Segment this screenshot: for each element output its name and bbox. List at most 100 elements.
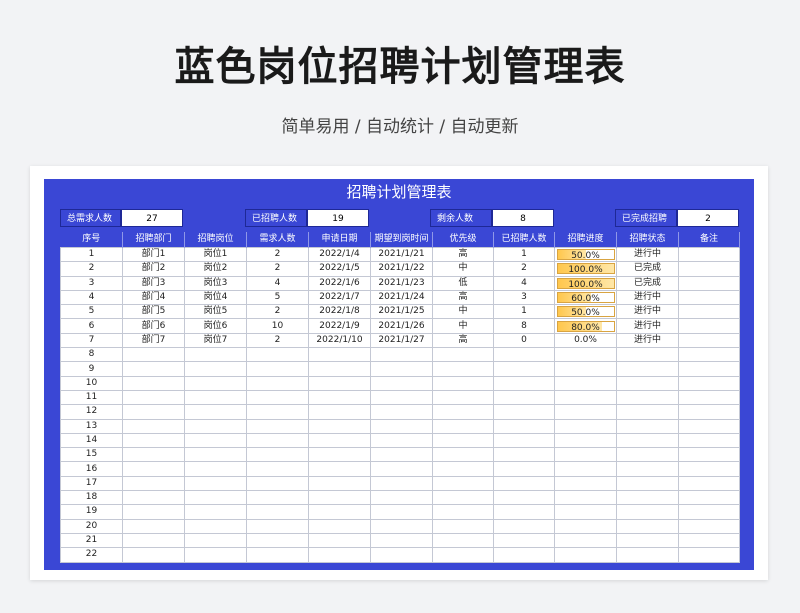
column-header[interactable]: 招聘部门 xyxy=(122,232,185,248)
status-cell[interactable] xyxy=(616,418,679,434)
progress-cell[interactable] xyxy=(554,504,617,520)
status-cell[interactable] xyxy=(616,347,679,363)
progress-cell[interactable] xyxy=(554,361,617,377)
note-cell[interactable] xyxy=(678,404,740,420)
apply-date-cell[interactable] xyxy=(308,475,371,492)
progress-cell[interactable]: 60.0% xyxy=(554,289,617,306)
status-cell[interactable] xyxy=(616,490,679,506)
priority-cell[interactable]: 高 xyxy=(432,246,494,263)
hired-count-cell[interactable] xyxy=(493,532,555,549)
position-cell[interactable]: 岗位5 xyxy=(184,304,247,320)
summary-value[interactable]: 19 xyxy=(307,209,369,227)
status-cell[interactable] xyxy=(616,432,679,449)
column-header[interactable]: 招聘进度 xyxy=(554,232,617,248)
status-cell[interactable] xyxy=(616,547,679,563)
expected-date-cell[interactable] xyxy=(370,461,433,477)
needed-count-cell[interactable]: 2 xyxy=(246,332,309,349)
row-number-cell[interactable]: 2 xyxy=(60,261,123,277)
position-cell[interactable] xyxy=(184,361,247,377)
row-number-cell[interactable]: 19 xyxy=(60,504,123,520)
table-row[interactable]: 12 xyxy=(60,404,740,420)
position-cell[interactable] xyxy=(184,418,247,434)
apply-date-cell[interactable] xyxy=(308,461,371,477)
priority-cell[interactable] xyxy=(432,490,494,506)
department-cell[interactable] xyxy=(122,532,185,549)
note-cell[interactable] xyxy=(678,261,740,277)
position-cell[interactable] xyxy=(184,475,247,492)
progress-cell[interactable]: 80.0% xyxy=(554,318,617,334)
expected-date-cell[interactable] xyxy=(370,432,433,449)
table-row[interactable]: 4 部门4 岗位4 5 2022/1/7 2021/1/24 高 3 60.0% 进行中 xyxy=(60,289,740,306)
progress-cell[interactable] xyxy=(554,389,617,406)
hired-count-cell[interactable]: 1 xyxy=(493,246,555,263)
table-row[interactable]: 7 部门7 岗位7 2 2022/1/10 2021/1/27 高 0 0.0% 进行中 xyxy=(60,332,740,349)
status-cell[interactable] xyxy=(616,361,679,377)
hired-count-cell[interactable] xyxy=(493,432,555,449)
priority-cell[interactable] xyxy=(432,375,494,391)
apply-date-cell[interactable] xyxy=(308,404,371,420)
table-row[interactable]: 22 xyxy=(60,547,740,563)
position-cell[interactable]: 岗位6 xyxy=(184,318,247,334)
expected-date-cell[interactable] xyxy=(370,418,433,434)
hired-count-cell[interactable] xyxy=(493,375,555,391)
apply-date-cell[interactable]: 2022/1/4 xyxy=(308,246,371,263)
apply-date-cell[interactable]: 2022/1/5 xyxy=(308,261,371,277)
expected-date-cell[interactable]: 2021/1/22 xyxy=(370,261,433,277)
row-number-cell[interactable]: 11 xyxy=(60,389,123,406)
row-number-cell[interactable]: 1 xyxy=(60,246,123,263)
row-number-cell[interactable]: 16 xyxy=(60,461,123,477)
table-row[interactable]: 21 xyxy=(60,532,740,549)
hired-count-cell[interactable]: 0 xyxy=(493,332,555,349)
position-cell[interactable] xyxy=(184,404,247,420)
note-cell[interactable] xyxy=(678,332,740,349)
status-cell[interactable] xyxy=(616,461,679,477)
position-cell[interactable] xyxy=(184,504,247,520)
row-number-cell[interactable]: 12 xyxy=(60,404,123,420)
hired-count-cell[interactable] xyxy=(493,347,555,363)
priority-cell[interactable] xyxy=(432,389,494,406)
hired-count-cell[interactable] xyxy=(493,361,555,377)
department-cell[interactable] xyxy=(122,404,185,420)
progress-cell[interactable]: 50.0% xyxy=(554,304,617,320)
priority-cell[interactable] xyxy=(432,404,494,420)
apply-date-cell[interactable] xyxy=(308,389,371,406)
row-number-cell[interactable]: 5 xyxy=(60,304,123,320)
hired-count-cell[interactable] xyxy=(493,447,555,463)
needed-count-cell[interactable]: 2 xyxy=(246,246,309,263)
position-cell[interactable]: 岗位7 xyxy=(184,332,247,349)
expected-date-cell[interactable] xyxy=(370,518,433,534)
apply-date-cell[interactable]: 2022/1/9 xyxy=(308,318,371,334)
table-row[interactable]: 14 xyxy=(60,432,740,449)
department-cell[interactable] xyxy=(122,389,185,406)
row-number-cell[interactable]: 10 xyxy=(60,375,123,391)
row-number-cell[interactable]: 9 xyxy=(60,361,123,377)
row-number-cell[interactable]: 21 xyxy=(60,532,123,549)
progress-cell[interactable] xyxy=(554,418,617,434)
department-cell[interactable]: 部门7 xyxy=(122,332,185,349)
apply-date-cell[interactable]: 2022/1/10 xyxy=(308,332,371,349)
status-cell[interactable]: 进行中 xyxy=(616,304,679,320)
apply-date-cell[interactable] xyxy=(308,532,371,549)
department-cell[interactable]: 部门4 xyxy=(122,289,185,306)
expected-date-cell[interactable] xyxy=(370,475,433,492)
needed-count-cell[interactable] xyxy=(246,532,309,549)
apply-date-cell[interactable] xyxy=(308,504,371,520)
expected-date-cell[interactable] xyxy=(370,404,433,420)
needed-count-cell[interactable] xyxy=(246,432,309,449)
progress-cell[interactable] xyxy=(554,461,617,477)
priority-cell[interactable]: 中 xyxy=(432,304,494,320)
department-cell[interactable]: 部门1 xyxy=(122,246,185,263)
expected-date-cell[interactable] xyxy=(370,504,433,520)
priority-cell[interactable] xyxy=(432,461,494,477)
progress-cell[interactable] xyxy=(554,404,617,420)
note-cell[interactable] xyxy=(678,318,740,334)
note-cell[interactable] xyxy=(678,432,740,449)
row-number-cell[interactable]: 22 xyxy=(60,547,123,563)
needed-count-cell[interactable] xyxy=(246,475,309,492)
progress-cell[interactable] xyxy=(554,532,617,549)
department-cell[interactable] xyxy=(122,375,185,391)
progress-cell[interactable]: 0.0% xyxy=(554,332,617,349)
table-row[interactable]: 5 部门5 岗位5 2 2022/1/8 2021/1/25 中 1 50.0% 进行中 xyxy=(60,304,740,320)
expected-date-cell[interactable]: 2021/1/27 xyxy=(370,332,433,349)
note-cell[interactable] xyxy=(678,289,740,306)
